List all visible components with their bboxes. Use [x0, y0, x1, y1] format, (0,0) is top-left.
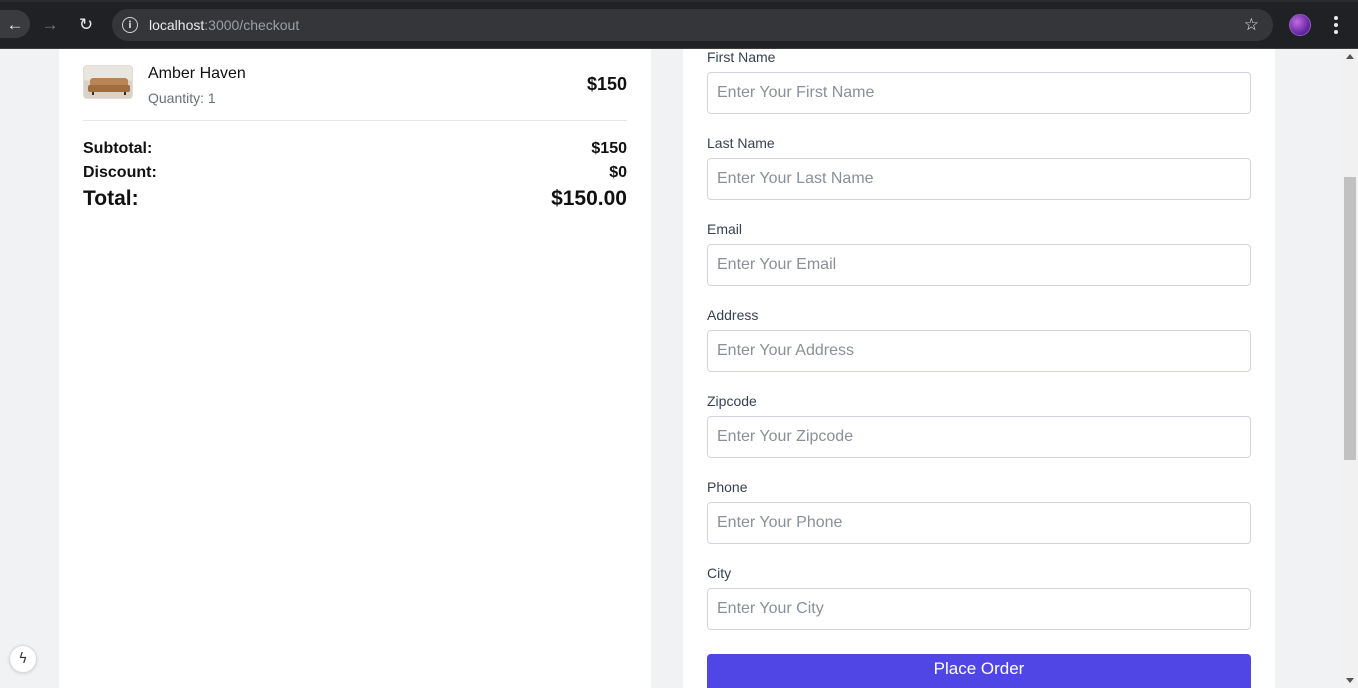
- city-label: City: [707, 565, 732, 581]
- menu-dot: [1334, 30, 1338, 34]
- scrollbar-thumb[interactable]: [1344, 177, 1356, 460]
- total-label: Total:: [83, 187, 139, 210]
- zipcode-input[interactable]: [707, 416, 1251, 458]
- reload-icon[interactable]: ↻: [72, 10, 100, 38]
- lightning-icon[interactable]: ϟ: [9, 645, 37, 673]
- url-path: :3000/checkout: [204, 17, 300, 33]
- sofa-leg-shape: [92, 92, 94, 95]
- discount-label: Discount:: [83, 164, 157, 181]
- subtotal-label: Subtotal:: [83, 140, 153, 157]
- address-label: Address: [707, 307, 759, 323]
- first-name-input[interactable]: [707, 72, 1251, 114]
- summary-divider: [83, 120, 627, 121]
- item-price: $150: [586, 74, 627, 94]
- item-name: Amber Haven: [148, 65, 246, 82]
- profile-avatar[interactable]: [1289, 14, 1311, 36]
- zipcode-label: Zipcode: [707, 393, 757, 409]
- discount-value: $0: [609, 164, 627, 181]
- subtotal-value: $150: [591, 140, 627, 157]
- email-label: Email: [707, 221, 743, 237]
- url-text[interactable]: localhost:3000/checkout: [149, 17, 299, 33]
- address-input[interactable]: [707, 330, 1251, 372]
- sofa-leg-shape: [124, 92, 126, 95]
- info-icon[interactable]: i: [122, 17, 138, 33]
- checkout-form-panel: First Name Last Name Email Address Zipco…: [683, 49, 1275, 688]
- item-quantity: Quantity: 1: [148, 90, 216, 106]
- menu-dot: [1334, 16, 1338, 20]
- forward-arrow-icon[interactable]: →: [36, 10, 64, 38]
- menu-dot: [1334, 23, 1338, 27]
- phone-input[interactable]: [707, 502, 1251, 544]
- address-bar[interactable]: i localhost:3000/checkout ☆: [112, 9, 1273, 41]
- place-order-button[interactable]: Place Order: [707, 654, 1251, 688]
- kebab-menu-icon[interactable]: [1330, 14, 1342, 36]
- scroll-up-arrow-icon[interactable]: [1346, 54, 1354, 59]
- last-name-input[interactable]: [707, 158, 1251, 200]
- page-viewport: Amber Haven Quantity: 1 $150 Subtotal: $…: [0, 49, 1342, 688]
- total-value: $150.00: [551, 187, 627, 210]
- star-icon[interactable]: ☆: [1244, 15, 1259, 35]
- tab-strip-edge: [0, 0, 1358, 2]
- browser-toolbar: ← → ↻ i localhost:3000/checkout ☆: [0, 0, 1358, 49]
- sofa-thumbnail: [83, 65, 133, 99]
- scroll-down-arrow-icon[interactable]: [1346, 678, 1354, 683]
- cart-item: Amber Haven Quantity: 1 $150: [83, 65, 627, 106]
- first-name-label: First Name: [707, 49, 776, 65]
- back-arrow-icon[interactable]: ←: [0, 10, 30, 38]
- email-input[interactable]: [707, 244, 1251, 286]
- phone-label: Phone: [707, 479, 748, 495]
- last-name-label: Last Name: [707, 135, 775, 151]
- url-host: localhost: [149, 17, 205, 33]
- city-input[interactable]: [707, 588, 1251, 630]
- order-summary-panel: Amber Haven Quantity: 1 $150 Subtotal: $…: [59, 49, 651, 688]
- sofa-seat-shape: [88, 85, 130, 92]
- page-scrollbar[interactable]: [1342, 49, 1358, 688]
